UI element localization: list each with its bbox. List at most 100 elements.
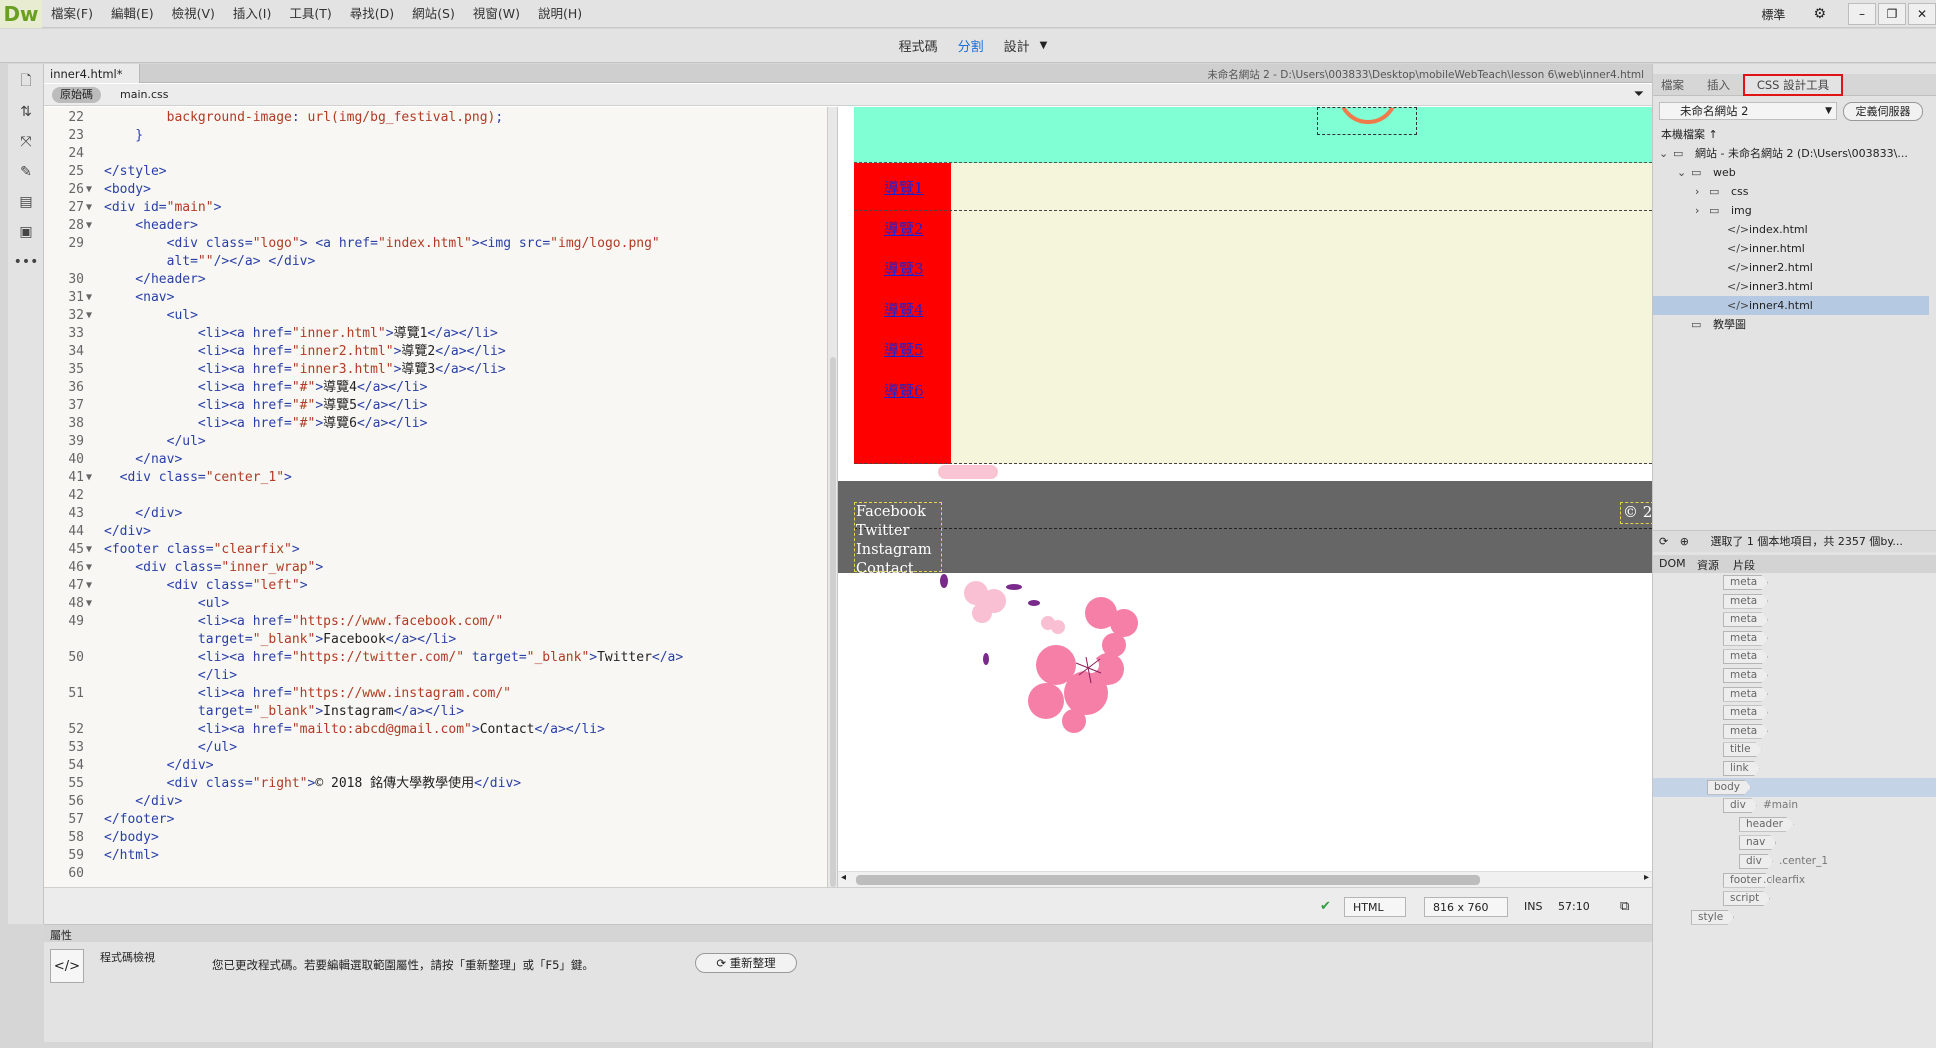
fold-icon[interactable]: ▼	[86, 307, 92, 325]
code-hint-icon[interactable]: ▣	[13, 220, 39, 244]
menu-item-4[interactable]: 工具(T)	[280, 0, 340, 28]
menu-item-8[interactable]: 說明(H)	[529, 0, 591, 28]
footer-link-twitter[interactable]: Twitter	[856, 522, 909, 541]
logo-image[interactable]	[1317, 107, 1417, 135]
close-icon[interactable]: ✕	[1908, 3, 1936, 25]
tab-files[interactable]: 檔案	[1661, 77, 1684, 93]
nav-link-6[interactable]: 導覽6	[884, 380, 924, 401]
design-scrollbar[interactable]: ◂ ▸	[838, 871, 1652, 887]
source-code-button[interactable]: 原始碼	[52, 87, 101, 103]
gear-icon[interactable]: ⚙	[1813, 6, 1826, 22]
dom-tag[interactable]: link	[1723, 761, 1760, 776]
window-size-select[interactable]: 816 x 760	[1424, 897, 1508, 917]
connect-icon[interactable]: ⊕	[1680, 535, 1689, 548]
file-tree-item[interactable]: ⌄ ▭ 網站 - 未命名網站 2 (D:\Users\003833\...	[1653, 144, 1929, 163]
dom-tag[interactable]: div	[1723, 798, 1757, 814]
fold-icon[interactable]: ▼	[86, 559, 92, 577]
design-scroll-thumb[interactable]	[856, 875, 1480, 885]
dom-tag[interactable]: nav	[1739, 835, 1777, 851]
code-view-button[interactable]: 程式碼	[889, 36, 948, 55]
dom-node[interactable]: style	[1653, 908, 1936, 927]
nav-link-4[interactable]: 導覽4	[884, 299, 924, 320]
nav-link-2[interactable]: 導覽2	[884, 218, 924, 239]
format-source-icon[interactable]: ✎	[13, 160, 39, 184]
menu-item-1[interactable]: 編輯(E)	[102, 0, 163, 28]
dom-tag[interactable]: meta	[1723, 686, 1769, 702]
fold-icon[interactable]: ▼	[86, 577, 92, 595]
chevron-right-icon[interactable]: ›	[1695, 201, 1709, 220]
scroll-thumb[interactable]	[830, 357, 836, 887]
dom-node[interactable]: nav	[1653, 833, 1936, 852]
menu-item-6[interactable]: 網站(S)	[403, 0, 464, 28]
dom-tag[interactable]: meta	[1723, 593, 1769, 609]
tab-insert[interactable]: 插入	[1707, 77, 1730, 93]
file-tree-item[interactable]: </>inner3.html	[1653, 277, 1929, 296]
workspace-switcher[interactable]: 標準	[1761, 6, 1785, 23]
tab-assets[interactable]: 資源	[1697, 557, 1719, 573]
code-editor[interactable]: 22 background-image: url(img/bg_festival…	[44, 107, 828, 887]
dom-node[interactable]: meta	[1653, 573, 1936, 592]
dom-node[interactable]: script	[1653, 889, 1936, 908]
minimize-icon[interactable]: –	[1848, 3, 1876, 25]
dom-tag[interactable]: body	[1707, 779, 1751, 795]
open-document-icon[interactable]: 🗋	[13, 70, 39, 94]
file-tree-item[interactable]: ⌄ ▭ web	[1653, 163, 1929, 182]
dom-node[interactable]: body	[1653, 777, 1936, 797]
fold-icon[interactable]: ▼	[86, 199, 92, 217]
dom-node[interactable]: meta	[1653, 685, 1936, 704]
dom-node[interactable]: meta	[1653, 722, 1936, 741]
dom-node[interactable]: header	[1653, 815, 1936, 834]
menu-item-5[interactable]: 尋找(D)	[341, 0, 403, 28]
chevron-right-icon[interactable]: ›	[1695, 182, 1709, 201]
dom-node[interactable]: meta	[1653, 647, 1936, 666]
menu-item-3[interactable]: 插入(I)	[224, 0, 280, 28]
insert-mode[interactable]: INS	[1524, 897, 1542, 917]
menu-item-0[interactable]: 檔案(F)	[42, 0, 102, 28]
restore-icon[interactable]: ❐	[1878, 3, 1906, 25]
local-files-label[interactable]: 本機檔案 ↑	[1661, 126, 1718, 142]
footer-link-instagram[interactable]: Instagram	[856, 541, 932, 560]
tab-css-designer[interactable]: CSS 設計工具	[1743, 74, 1843, 96]
dom-tag[interactable]: title	[1723, 742, 1762, 758]
main-css-link[interactable]: main.css	[120, 88, 169, 101]
dom-node[interactable]: title	[1653, 740, 1936, 759]
nav-link-3[interactable]: 導覽3	[884, 258, 924, 279]
split-view-button[interactable]: 分割	[948, 36, 994, 55]
more-icon[interactable]: •••	[13, 250, 39, 274]
design-view-button[interactable]: 設計	[994, 36, 1040, 55]
tab-dom[interactable]: DOM	[1659, 557, 1686, 570]
dom-node[interactable]: div #main	[1653, 796, 1936, 815]
dom-node[interactable]: div .center_1	[1653, 852, 1936, 871]
dom-tag[interactable]: script	[1723, 891, 1771, 907]
menu-item-7[interactable]: 視窗(W)	[464, 0, 529, 28]
fold-icon[interactable]: ▼	[86, 541, 92, 559]
design-view[interactable]: 導覽1 導覽2 導覽3 導覽4 導覽5 導覽6 Facebook Twitter Instag…	[838, 107, 1652, 887]
dom-node[interactable]: meta	[1653, 610, 1936, 629]
nav-link-5[interactable]: 導覽5	[884, 339, 924, 360]
scroll-left-icon[interactable]: ◂	[841, 872, 846, 883]
dom-tag[interactable]: meta	[1723, 612, 1769, 628]
code-scrollbar[interactable]	[828, 107, 838, 887]
fold-icon[interactable]: ▼	[86, 595, 92, 613]
footer-link-facebook[interactable]: Facebook	[856, 503, 926, 522]
fold-icon[interactable]: ▼	[86, 181, 92, 199]
file-management-icon[interactable]: ⇅	[13, 100, 39, 124]
file-tree-item[interactable]: </>index.html	[1653, 220, 1929, 239]
dom-tag[interactable]: header	[1739, 816, 1794, 832]
fold-icon[interactable]: ▼	[86, 217, 92, 235]
site-select[interactable]: 未命名網站 2 ▼	[1659, 102, 1837, 120]
dom-tag[interactable]: meta	[1723, 668, 1769, 683]
chevron-down-icon[interactable]: ▼	[1040, 40, 1048, 51]
file-tree-item[interactable]: </>inner4.html	[1653, 296, 1929, 315]
dom-tag[interactable]: meta	[1723, 649, 1769, 665]
filter-icon[interactable]: ⏷	[1634, 87, 1644, 102]
chevron-down-icon[interactable]: ⌄	[1659, 144, 1673, 163]
dom-node[interactable]: footer .clearfix	[1653, 871, 1936, 890]
code-view-icon[interactable]: </>	[50, 949, 84, 983]
dom-tag[interactable]: meta	[1723, 705, 1769, 721]
file-tree-item[interactable]: › ▭ css	[1653, 182, 1929, 201]
define-server-button[interactable]: 定義伺服器	[1843, 102, 1923, 121]
dom-node[interactable]: meta	[1653, 666, 1936, 685]
doctype-select[interactable]: HTML	[1344, 897, 1406, 917]
refresh-icon[interactable]: ⟳	[1659, 535, 1668, 548]
